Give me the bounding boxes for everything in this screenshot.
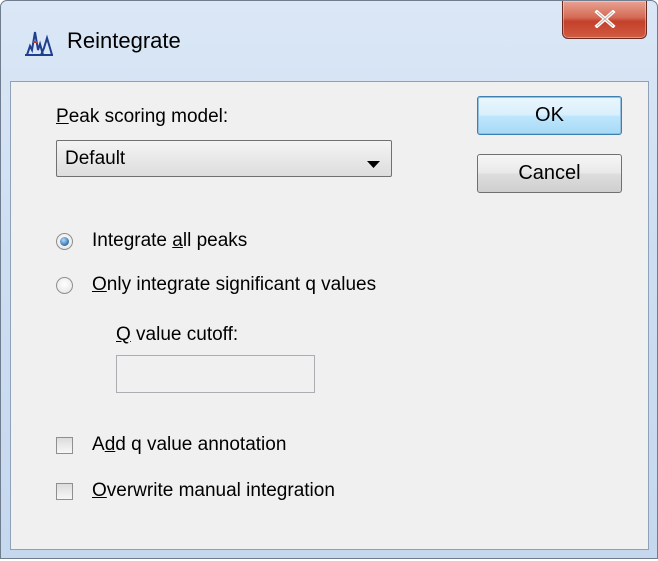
ok-button[interactable]: OK — [477, 96, 622, 135]
qvalue-cutoff-input[interactable] — [116, 355, 315, 393]
close-button[interactable] — [562, 1, 647, 39]
significant-only-radio[interactable] — [56, 277, 73, 294]
reintegrate-peak-icon — [23, 28, 55, 58]
peak-scoring-model-value: Default — [65, 148, 126, 169]
chevron-down-icon — [367, 156, 380, 174]
overwrite-manual-integration-label[interactable]: Overwrite manual integration — [92, 480, 335, 502]
cancel-button[interactable]: Cancel — [477, 154, 622, 193]
window-title: Reintegrate — [67, 28, 181, 53]
significant-only-label[interactable]: Only integrate significant q values — [92, 274, 376, 296]
peak-scoring-model-label: Peak scoring model: — [56, 106, 229, 127]
integrate-all-label[interactable]: Integrate all peaks — [92, 230, 247, 252]
dialog-window: Reintegrate Peak scoring model: Default … — [0, 0, 658, 559]
integrate-all-radio[interactable] — [56, 233, 73, 250]
title-bar[interactable]: Reintegrate — [1, 1, 657, 81]
peak-scoring-model-dropdown[interactable]: Default — [56, 140, 392, 177]
overwrite-manual-integration-checkbox[interactable] — [56, 483, 73, 500]
add-qvalue-annotation-checkbox[interactable] — [56, 437, 73, 454]
close-icon — [594, 10, 616, 28]
add-qvalue-annotation-label[interactable]: Add q value annotation — [92, 434, 286, 456]
qvalue-cutoff-label: Q value cutoff: — [116, 324, 239, 345]
dialog-body: Peak scoring model: Default OK Cancel In… — [10, 81, 649, 550]
